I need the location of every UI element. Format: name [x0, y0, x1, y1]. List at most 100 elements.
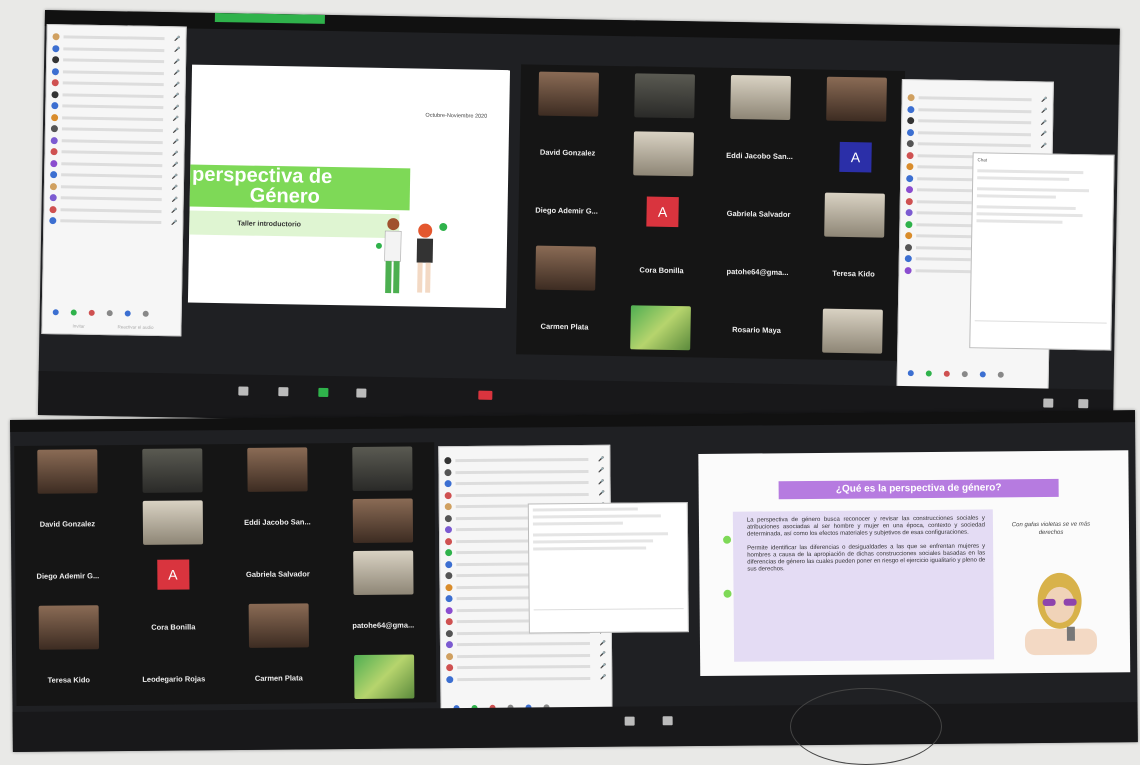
participant-tile-name[interactable]: Carmen Plata: [226, 651, 331, 704]
participant-tile-name[interactable]: Teresa Kido: [16, 653, 121, 706]
share-screen-icon[interactable]: [318, 387, 329, 398]
reaction-icon[interactable]: [925, 370, 932, 377]
reaction-icon[interactable]: [979, 371, 986, 378]
mic-icon[interactable]: 🎤: [173, 94, 179, 100]
participant-tile-name[interactable]: Gabriela Salvador: [225, 547, 330, 600]
participant-tile-name[interactable]: Carmen Plata: [516, 296, 613, 356]
mic-icon[interactable]: 🎤: [173, 105, 179, 111]
mic-icon[interactable]: 🎤: [598, 457, 604, 463]
participant-tile-name[interactable]: patohe64@gma...: [709, 242, 806, 302]
mic-icon[interactable]: 🎤: [172, 139, 178, 145]
mic-icon[interactable]: 🎤: [174, 71, 180, 77]
mic-icon[interactable]: 🎤: [598, 480, 604, 486]
mic-icon[interactable]: 🎤: [600, 641, 606, 647]
mic-icon[interactable]: 🎤: [173, 82, 179, 88]
participants-panel: 🎤 🎤 🎤 🎤 🎤 🎤 🎤 🎤 🎤 🎤 🎤 🎤 🎤 🎤 🎤 🎤 🎤 Invitar Reactivar el a…: [41, 24, 187, 337]
document-icon[interactable]: [1043, 398, 1054, 408]
mic-icon[interactable]: 🎤: [172, 151, 178, 157]
mic-icon[interactable]: 🎤: [1041, 97, 1047, 103]
record-icon[interactable]: [356, 388, 367, 398]
reaction-icon[interactable]: [943, 370, 950, 377]
participant-tile-video[interactable]: [120, 496, 225, 549]
chat-icon[interactable]: [278, 387, 289, 397]
participant-tile-video[interactable]: [329, 442, 434, 495]
participant-tile-video[interactable]: [224, 443, 329, 496]
participant-tile-name[interactable]: Gabriela Salvador: [710, 184, 807, 244]
mic-icon[interactable]: 🎤: [172, 185, 178, 191]
document-icon[interactable]: [624, 716, 635, 726]
participant-tile-name[interactable]: Cora Bonilla: [613, 240, 710, 300]
mic-icon[interactable]: 🎤: [1041, 109, 1047, 115]
participant-tile-name[interactable]: Cora Bonilla: [121, 600, 226, 653]
mic-icon[interactable]: 🎤: [173, 128, 179, 134]
end-meeting-button[interactable]: [478, 390, 493, 400]
mic-icon[interactable]: 🎤: [1040, 143, 1046, 149]
participant-tile-avatar[interactable]: A: [614, 182, 711, 242]
slide-text-box: La perspectiva de género busca reconocer…: [732, 509, 995, 662]
participant-tile-video[interactable]: [712, 68, 809, 128]
participant-tile-name[interactable]: Eddi Jacobo San...: [225, 495, 330, 548]
mic-icon[interactable]: 🎤: [173, 116, 179, 122]
participant-tile-video[interactable]: [330, 546, 435, 599]
mic-icon[interactable]: 🎤: [598, 491, 604, 497]
reaction-icon[interactable]: [124, 310, 131, 317]
mic-icon[interactable]: 🎤: [598, 468, 604, 474]
mic-icon[interactable]: 🎤: [174, 36, 180, 42]
participant-tile-video[interactable]: [330, 494, 435, 547]
participant-tile-name[interactable]: Teresa Kido: [805, 243, 902, 303]
participant-tile-name[interactable]: Eddi Jacobo San...: [711, 126, 808, 186]
mic-icon[interactable]: 🎤: [600, 652, 606, 658]
participant-tile-avatar[interactable]: A: [807, 127, 904, 187]
participant-tile-name[interactable]: Leodegario Rojas: [121, 652, 226, 705]
unmute-all-button[interactable]: Reactivar el audio: [117, 324, 153, 330]
participant-tile-video[interactable]: [226, 599, 331, 652]
mic-icon[interactable]: 🎤: [600, 664, 606, 670]
participants-icon[interactable]: [238, 386, 249, 396]
participant-tile-video[interactable]: [806, 185, 903, 245]
mic-icon[interactable]: 🎤: [1041, 120, 1047, 126]
participant-tile-video[interactable]: [14, 445, 119, 498]
mic-icon[interactable]: 🎤: [171, 197, 177, 203]
document-icon[interactable]: [1078, 399, 1089, 409]
reaction-icon[interactable]: [907, 370, 914, 377]
reaction-icon[interactable]: [106, 310, 113, 317]
invite-button[interactable]: Invitar: [72, 324, 84, 329]
chat-input[interactable]: [974, 320, 1107, 338]
participant-tile-avatar[interactable]: A: [120, 548, 225, 601]
participant-tile-video[interactable]: [612, 298, 709, 358]
chat-input[interactable]: [533, 608, 684, 625]
participant-row[interactable]: 🎤: [44, 215, 182, 229]
mic-icon[interactable]: 🎤: [172, 174, 178, 180]
participant-tile-video[interactable]: [808, 69, 905, 129]
reaction-icon[interactable]: [88, 309, 95, 316]
avatar: [52, 56, 60, 64]
reaction-icon[interactable]: [997, 371, 1004, 378]
participant-tile-name[interactable]: Diego Ademir G...: [518, 180, 615, 240]
participant-tile-video[interactable]: [615, 124, 712, 184]
participant-tile-name[interactable]: David Gonzalez: [15, 497, 120, 550]
participant-tile-video[interactable]: [804, 301, 901, 361]
mic-icon[interactable]: 🎤: [174, 48, 180, 54]
participant-row[interactable]: 🎤: [441, 672, 611, 685]
mic-icon[interactable]: 🎤: [1041, 132, 1047, 138]
participant-tile-video[interactable]: [520, 64, 617, 124]
participant-tile-name[interactable]: patohe64@gma...: [331, 598, 436, 651]
reaction-icon[interactable]: [961, 371, 968, 378]
participant-tile-video[interactable]: [119, 444, 224, 497]
reaction-icon[interactable]: [70, 309, 77, 316]
reaction-icon[interactable]: [142, 310, 149, 317]
mic-icon[interactable]: 🎤: [171, 220, 177, 226]
participant-tile-name[interactable]: Diego Ademir G...: [15, 549, 120, 602]
participant-tile-video[interactable]: [16, 601, 121, 654]
reaction-icon[interactable]: [52, 309, 59, 316]
mic-icon[interactable]: 🎤: [172, 162, 178, 168]
participant-tile-video[interactable]: [616, 66, 713, 126]
participant-tile-video[interactable]: [517, 238, 614, 298]
document-icon[interactable]: [662, 716, 673, 726]
participant-tile-name[interactable]: David Gonzalez: [519, 122, 616, 182]
participant-tile-video[interactable]: [331, 650, 436, 703]
mic-icon[interactable]: 🎤: [174, 59, 180, 65]
participant-tile-name[interactable]: Rosario Maya: [708, 300, 805, 360]
mic-icon[interactable]: 🎤: [171, 208, 177, 214]
mic-icon[interactable]: 🎤: [600, 675, 606, 681]
